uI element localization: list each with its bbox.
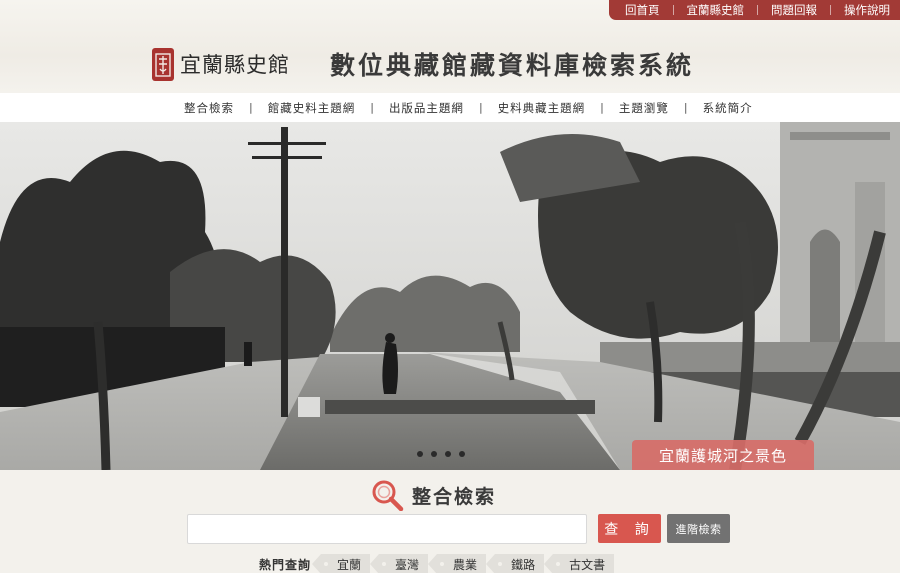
home-link[interactable]: 回首頁	[625, 0, 660, 20]
nav-item-about[interactable]: 系統簡介	[703, 100, 753, 116]
banner-photo	[0, 122, 900, 470]
site-title: 數位典藏館藏資料庫檢索系統	[330, 51, 695, 80]
carousel-dot[interactable]	[431, 451, 437, 457]
hero-banner[interactable]: 宜蘭護城河之景色	[0, 122, 900, 470]
top-utility-bar: 回首頁 宜蘭縣史館 問題回報 操作說明	[609, 0, 900, 20]
hot-tag-ancient-documents[interactable]: 古文書	[544, 554, 615, 573]
search-input[interactable]	[187, 514, 587, 544]
search-heading-text: 整合檢索	[412, 485, 497, 508]
nav-divider: |	[600, 101, 604, 114]
logo-text[interactable]: 宜蘭縣史館	[180, 49, 290, 79]
magnifier-icon	[372, 480, 404, 511]
nav-divider: |	[683, 101, 688, 114]
nav-item-collection-theme[interactable]: 館藏史料主題網	[268, 100, 356, 116]
help-link[interactable]: 操作說明	[844, 0, 890, 20]
site-header: 回首頁 宜蘭縣史館 問題回報 操作說明 宜蘭縣史館 數位典藏館藏資料庫檢索系統	[0, 0, 900, 93]
nav-item-integrated-search[interactable]: 整合檢索	[184, 100, 234, 116]
carousel-dots	[417, 451, 465, 457]
nav-item-theme-browse[interactable]: 主題瀏覽	[619, 100, 669, 116]
query-button[interactable]: 查 詢	[598, 514, 661, 543]
main-nav: 整合檢索 | 館藏史料主題網 | 出版品主題網 | 史料典藏主題網 | 主題瀏覽…	[0, 93, 900, 122]
history-museum-link[interactable]: 宜蘭縣史館	[687, 0, 745, 20]
carousel-dot[interactable]	[459, 451, 465, 457]
search-heading: 整合檢索	[370, 479, 496, 511]
nav-divider: |	[478, 101, 483, 114]
report-issue-link[interactable]: 問題回報	[771, 0, 817, 20]
advanced-search-button[interactable]: 進階檢索	[667, 514, 730, 543]
divider	[757, 5, 758, 15]
seal-icon[interactable]	[152, 48, 174, 81]
hot-queries: 熱門查詢 宜蘭 臺灣 農業 鐵路 古文書	[259, 554, 623, 573]
banner-caption[interactable]: 宜蘭護城河之景色	[632, 440, 814, 470]
search-section: 整合檢索 查 詢 進階檢索 熱門查詢 宜蘭 臺灣 農業 鐵路 古文書	[0, 470, 900, 573]
hot-tag-yilan[interactable]: 宜蘭	[312, 554, 371, 573]
nav-divider: |	[249, 101, 253, 114]
carousel-dot[interactable]	[445, 451, 451, 457]
hot-queries-label: 熱門查詢	[259, 557, 312, 572]
hot-tag-agriculture[interactable]: 農業	[428, 554, 487, 573]
divider	[672, 5, 674, 15]
hot-tag-taiwan[interactable]: 臺灣	[370, 554, 429, 573]
nav-item-publication-theme[interactable]: 出版品主題網	[389, 100, 464, 116]
divider	[830, 5, 831, 15]
nav-divider: |	[370, 101, 374, 114]
nav-item-archive-theme[interactable]: 史料典藏主題網	[498, 100, 586, 116]
carousel-dot[interactable]	[417, 451, 423, 457]
hot-tag-railway[interactable]: 鐵路	[486, 554, 545, 573]
